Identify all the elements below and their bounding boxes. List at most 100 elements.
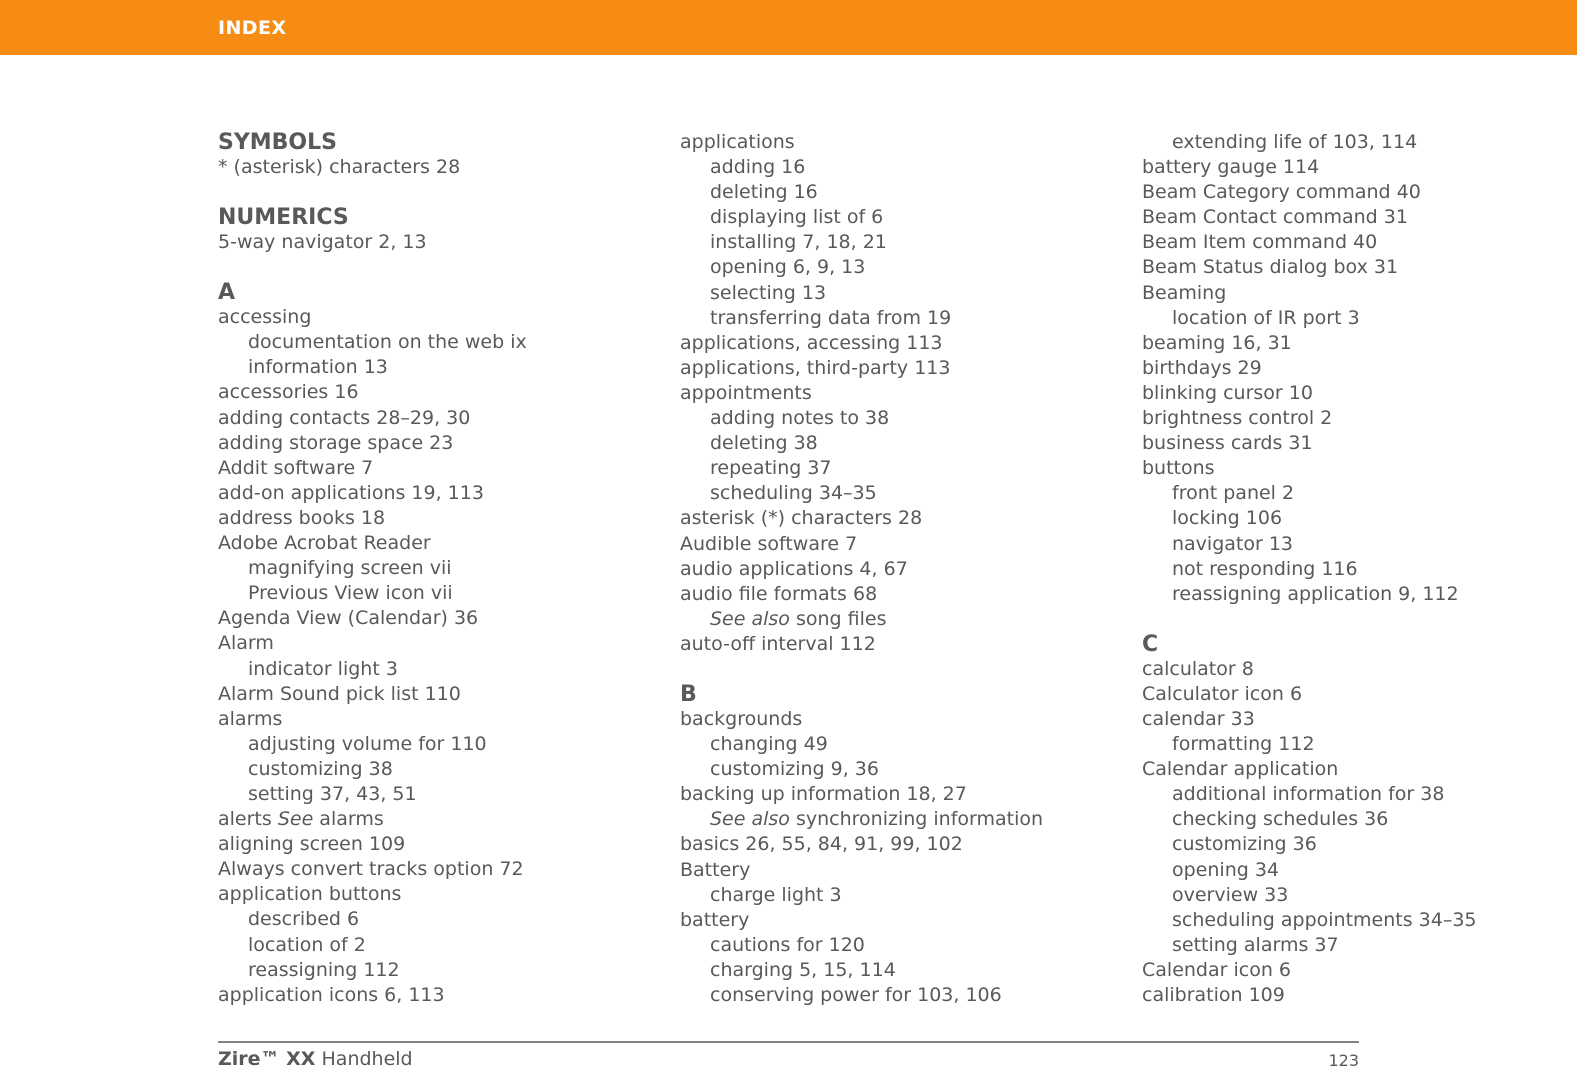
index-entry: applications — [680, 131, 795, 153]
index-subentry: adding notes to 38 — [710, 407, 890, 430]
index-entry: Alarm Sound pick list 110 — [218, 682, 461, 705]
index-section-heading: NUMERICS — [218, 205, 349, 231]
index-subentry: deleting 16 — [710, 181, 818, 204]
index-subentry: described 6 — [248, 908, 360, 931]
index-entry: calendar 33 — [1142, 707, 1255, 730]
index-subentry: charge light 3 — [710, 883, 842, 906]
index-entry: Beam Item command 40 — [1142, 231, 1378, 254]
index-subentry: See also synchronizing information — [680, 807, 1135, 832]
index-entry: add-on applications 19, 113 — [218, 481, 484, 504]
index-entry: aligning screen 109 — [218, 833, 406, 856]
index-entry: Calendar application — [1142, 758, 1339, 781]
index-subentry: indicator light 3 — [248, 657, 398, 680]
index-entry: business cards 31 — [1142, 432, 1313, 455]
index-section-heading: SYMBOLS — [218, 130, 338, 155]
footer-divider — [218, 1041, 1359, 1043]
index-subentry: opening 34 — [1172, 858, 1280, 881]
index-entry: basics 26, 55, 84, 91, 99, 102 — [680, 833, 963, 856]
index-subentry: reassigning 112 — [248, 958, 400, 981]
footer-product-name: Zire™ XX Handheld — [218, 1048, 413, 1070]
index-subentry: adding 16 — [710, 156, 806, 179]
index-entry: battery — [680, 908, 750, 931]
index-subentry: transferring data from 19 — [710, 306, 952, 329]
index-subentry: reassigning application 9, 112 — [1172, 582, 1459, 605]
index-entry: backing up information 18, 27 — [680, 783, 967, 806]
index-subentry: setting 37, 43, 51 — [248, 782, 417, 805]
index-subentry: customizing 36 — [1172, 833, 1317, 856]
entry-text-lead: alerts — [218, 808, 278, 831]
index-entry: Adobe Acrobat Reader — [218, 532, 431, 555]
index-entry: application buttons — [218, 883, 402, 906]
index-section-heading: B — [680, 681, 697, 707]
index-entry: Battery — [680, 858, 751, 881]
index-entry: audio file formats 68 — [680, 582, 878, 605]
index-subentry: customizing 38 — [248, 757, 393, 780]
index-entry: blinking cursor 10 — [1142, 381, 1313, 404]
index-subentry: not responding 116 — [1172, 557, 1358, 580]
index-subentry: installing 7, 18, 21 — [710, 231, 887, 254]
index-entry: Always convert tracks option 72 — [218, 858, 524, 881]
index-entry: alarms — [218, 707, 283, 730]
index-subentry: navigator 13 — [1172, 532, 1294, 555]
index-subentry: formatting 112 — [1172, 733, 1315, 756]
index-entry: Agenda View (Calendar) 36 — [218, 607, 479, 630]
index-subentry: information 13 — [248, 356, 388, 379]
index-subentry: deleting 38 — [710, 432, 818, 455]
index-subentry: overview 33 — [1172, 883, 1289, 906]
index-subentry: magnifying screen vii — [248, 557, 452, 580]
index-entry: applications, third-party 113 — [680, 356, 951, 379]
index-subentry: conserving power for 103, 106 — [710, 984, 1002, 1006]
cross-reference-target: alarms — [313, 808, 384, 831]
footer-product-bold: Zire™ XX — [218, 1048, 316, 1070]
index-subentry: selecting 13 — [710, 281, 827, 304]
index-subentry: additional information for 38 — [1172, 783, 1445, 806]
index-entry: adding storage space 23 — [218, 431, 454, 454]
index-entry: Beam Category command 40 — [1142, 181, 1421, 204]
index-entry: Beam Status dialog box 31 — [1142, 256, 1399, 279]
index-entry: Audible software 7 — [680, 532, 858, 555]
index-section-heading: C — [1142, 631, 1159, 657]
index-subentry: locking 106 — [1172, 507, 1283, 530]
index-column-3: extending life of 103, 114 battery gauge … — [1142, 130, 1577, 1008]
index-entry: calculator 8 — [1142, 657, 1254, 680]
index-entry: address books 18 — [218, 506, 386, 529]
footer-page-number: 123 — [1328, 1051, 1359, 1070]
index-subentry: checking schedules 36 — [1172, 808, 1389, 831]
index-entry: appointments — [680, 381, 812, 404]
index-entry: application icons 6, 113 — [218, 983, 445, 1006]
index-subentry: See also song files — [680, 607, 1135, 632]
index-subentry: front panel 2 — [1172, 482, 1295, 505]
index-subentry: documentation on the web ix — [248, 331, 527, 354]
index-entry: birthdays 29 — [1142, 356, 1262, 379]
footer-product-rest: Handheld — [315, 1048, 413, 1070]
index-subentry: extending life of 103, 114 — [1172, 131, 1418, 153]
index-subentry: scheduling appointments 34–35 — [1172, 908, 1477, 931]
page-header-title: INDEX — [218, 17, 287, 39]
index-entry: * (asterisk) characters 28 — [218, 156, 461, 178]
index-subentry: cautions for 120 — [710, 933, 865, 956]
cross-reference-target: song files — [789, 607, 887, 630]
cross-reference-target: synchronizing information — [789, 808, 1044, 831]
index-subentry: setting alarms 37 — [1172, 933, 1339, 956]
index-entry: beaming 16, 31 — [1142, 331, 1292, 354]
index-entry: brightness control 2 — [1142, 407, 1333, 430]
index-subentry: customizing 9, 36 — [710, 758, 879, 781]
index-subentry: location of 2 — [248, 933, 366, 956]
index-column-2: applications adding 16 deleting 16 displayi… — [680, 130, 1135, 1008]
index-entry: accessing — [218, 306, 312, 329]
index-subentry: repeating 37 — [710, 457, 832, 480]
index-entry: battery gauge 114 — [1142, 156, 1320, 179]
index-entry: Calendar icon 6 — [1142, 958, 1291, 981]
index-entry: Beam Contact command 31 — [1142, 206, 1408, 229]
index-entry: backgrounds — [680, 707, 803, 730]
index-entry: Beaming — [1142, 281, 1227, 304]
index-subentry: adjusting volume for 110 — [248, 732, 487, 755]
index-subentry: displaying list of 6 — [710, 206, 884, 229]
cross-reference-label: See also — [710, 607, 790, 630]
index-column-1: SYMBOLS * (asterisk) characters 28 NUMERIC… — [218, 130, 673, 1008]
index-subentry: Previous View icon vii — [248, 582, 453, 605]
